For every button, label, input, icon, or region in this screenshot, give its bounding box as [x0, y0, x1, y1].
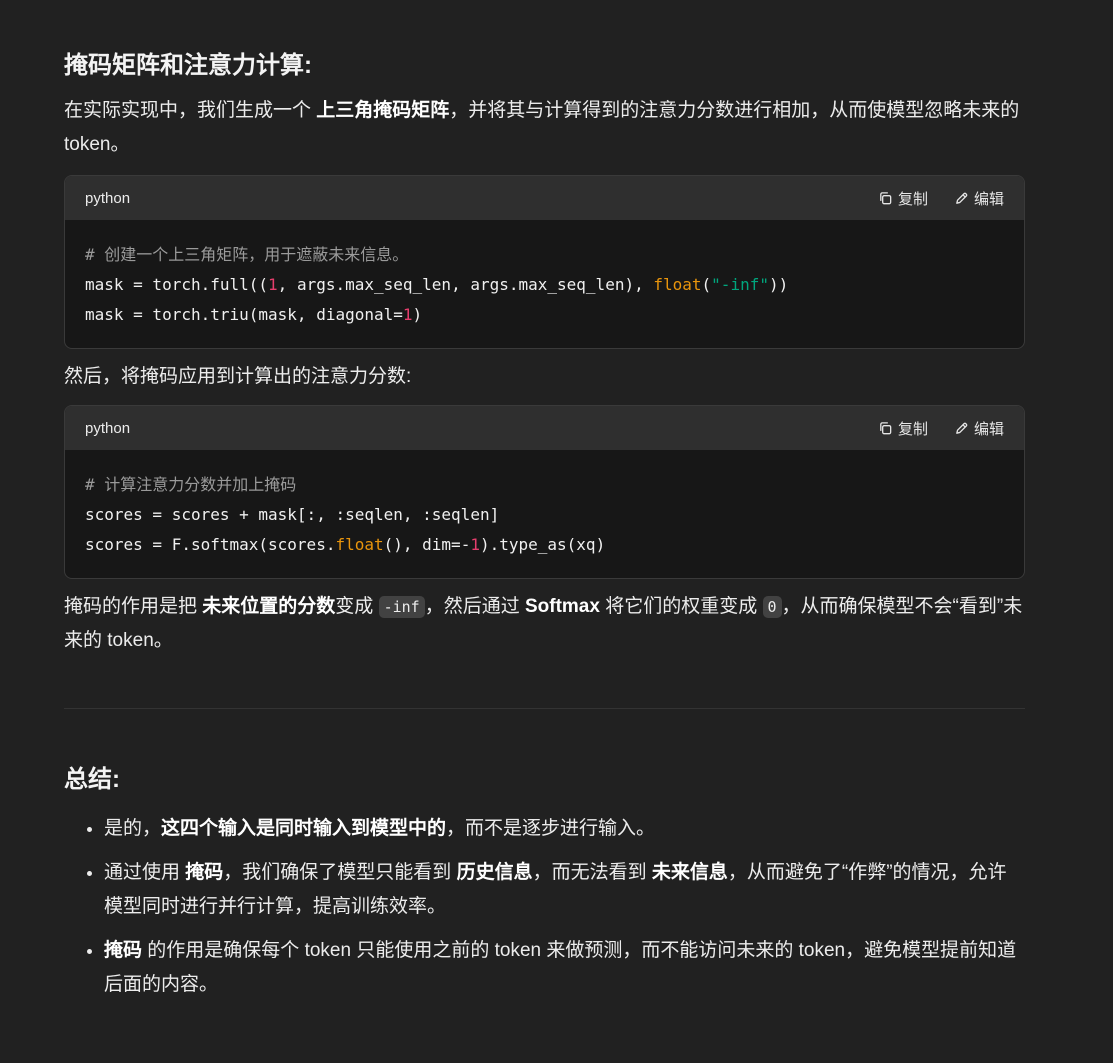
edit-button[interactable]: 编辑: [954, 188, 1004, 209]
message-content: 掩码矩阵和注意力计算: 在实际实现中，我们生成一个 上三角掩码矩阵，并将其与计算…: [64, 46, 1025, 1012]
code-body: # 计算注意力分数并加上掩码 scores = scores + mask[:,…: [85, 475, 606, 554]
copy-icon: [880, 421, 892, 434]
code-body: # 创建一个上三角矩阵，用于遮蔽未来信息。 mask = torch.full(…: [85, 245, 789, 324]
code-header: python 复制 编辑: [65, 406, 1024, 450]
copy-button[interactable]: 复制: [878, 418, 928, 439]
code-language-label: python: [85, 419, 131, 437]
pencil-icon: [956, 192, 968, 204]
inline-code: -inf: [378, 596, 425, 618]
copy-icon: [880, 191, 892, 204]
list-item: 通过使用 掩码，我们确保了模型只能看到 历史信息，而无法看到 未来信息，从而避免…: [104, 856, 1025, 924]
list-item: 是的，这四个输入是同时输入到模型中的，而不是逐步进行输入。: [104, 812, 1025, 846]
pencil-icon: [956, 422, 968, 434]
code-comment: # 创建一个上三角矩阵，用于遮蔽未来信息。: [85, 245, 409, 264]
code-block-1: python 复制 编辑 # 创建一个上三角矩阵，用于遮蔽未来信息。 mask …: [64, 175, 1025, 349]
explain-paragraph: 掩码的作用是把 未来位置的分数变成 -inf ，然后通过 Softmax 将它们的…: [64, 596, 1023, 651]
summary-list: 是的，这四个输入是同时输入到模型中的，而不是逐步进行输入。 通过使用 掩码，我们…: [64, 812, 1025, 1002]
edit-button[interactable]: 编辑: [954, 418, 1004, 439]
list-item: 掩码 的作用是确保每个 token 只能使用之前的 token 来做预测，而不能…: [104, 934, 1025, 1002]
code-language-label: python: [85, 189, 131, 207]
code-actions: 复制 编辑: [878, 418, 1004, 439]
intro-paragraph: 在实际实现中，我们生成一个 上三角掩码矩阵，并将其与计算得到的注意力分数进行相加…: [64, 100, 1020, 155]
code-block-2: python 复制 编辑 # 计算注意力分数并加上掩码 scores = sco…: [64, 405, 1025, 579]
section-heading-mask: 掩码矩阵和注意力计算:: [64, 52, 312, 79]
section-heading-summary: 总结:: [64, 766, 120, 793]
code-actions: 复制 编辑: [878, 188, 1004, 209]
section-divider: [64, 708, 1025, 709]
code-header: python 复制 编辑: [65, 176, 1024, 220]
code-comment: # 计算注意力分数并加上掩码: [85, 475, 297, 494]
then-paragraph: 然后，将掩码应用到计算出的注意力分数:: [64, 366, 412, 387]
copy-button[interactable]: 复制: [878, 188, 928, 209]
inline-code: 0: [762, 596, 782, 618]
